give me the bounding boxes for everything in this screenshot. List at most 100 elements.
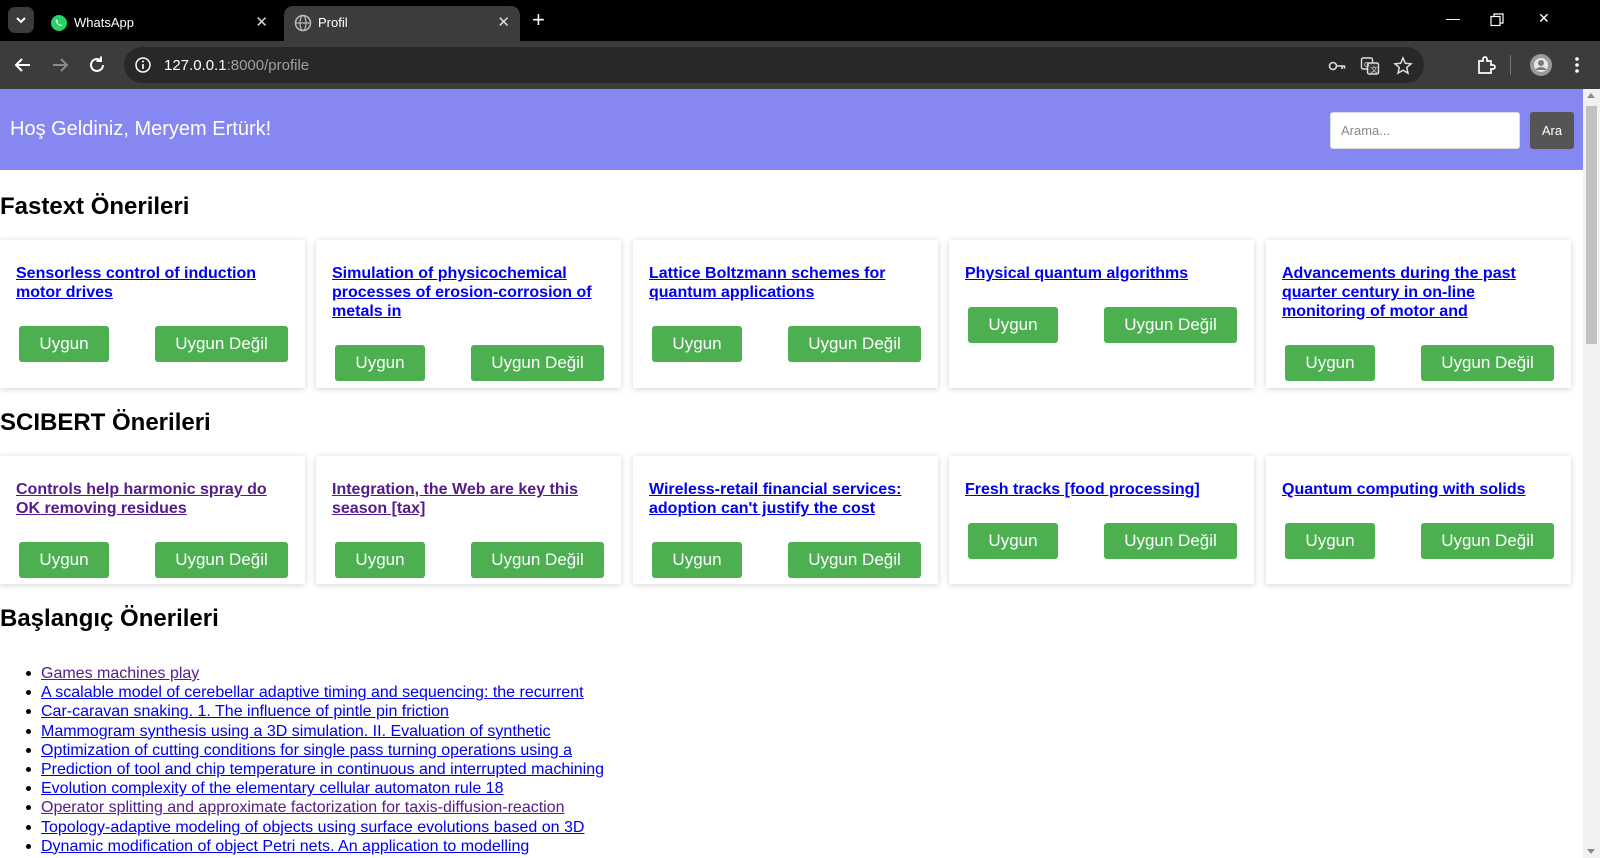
- forward-arrow-icon[interactable]: [49, 54, 71, 76]
- not-suitable-button[interactable]: Uygun Değil: [788, 326, 921, 362]
- scibert-card: Fresh tracks [food processing] Uygun Uyg…: [949, 456, 1254, 584]
- recommendation-link[interactable]: Integration, the Web are key this season…: [332, 480, 607, 518]
- tab-search-button[interactable]: [8, 7, 34, 33]
- globe-icon: [294, 14, 312, 32]
- search-button[interactable]: Ara: [1530, 112, 1574, 149]
- scroll-down-arrow-icon[interactable]: [1587, 849, 1595, 854]
- fastext-section-title: Fastext Önerileri: [0, 193, 190, 220]
- fastext-card: Physical quantum algorithms Uygun Uygun …: [949, 240, 1254, 388]
- recommendation-link[interactable]: Physical quantum algorithms: [965, 264, 1240, 283]
- close-tab-icon[interactable]: ✕: [497, 13, 510, 31]
- recommendation-link[interactable]: Wireless-retail financial services: adop…: [649, 480, 924, 518]
- password-key-icon[interactable]: [1327, 56, 1347, 76]
- recommendation-link[interactable]: Evolution complexity of the elementary c…: [41, 780, 503, 797]
- url-path: :8000/profile: [226, 57, 310, 74]
- minimize-icon[interactable]: —: [1446, 10, 1460, 26]
- browser-toolbar: 127.0.0.1:8000/profile G 文: [0, 41, 1600, 89]
- list-item: Optimization of cutting conditions for s…: [25, 741, 604, 760]
- recommendation-link[interactable]: Simulation of physicochemical processes …: [332, 264, 607, 321]
- scibert-card: Integration, the Web are key this season…: [316, 456, 621, 584]
- reload-icon[interactable]: [86, 54, 108, 76]
- tab-title: Profil: [318, 15, 348, 30]
- fastext-card: Lattice Boltzmann schemes for quantum ap…: [633, 240, 938, 388]
- more-menu-icon[interactable]: [1566, 54, 1588, 76]
- list-item: Car-caravan snaking. 1. The influence of…: [25, 702, 604, 721]
- suitable-button[interactable]: Uygun: [968, 307, 1058, 343]
- not-suitable-button[interactable]: Uygun Değil: [155, 542, 288, 578]
- page-viewport: Hoş Geldiniz, Meryem Ertürk! Ara Fastext…: [0, 89, 1583, 858]
- tab-whatsapp[interactable]: WhatsApp ✕: [40, 6, 278, 41]
- recommendation-link[interactable]: Dynamic modification of object Petri net…: [41, 838, 529, 855]
- page-header: Hoş Geldiniz, Meryem Ertürk! Ara: [0, 89, 1583, 170]
- page-scrollbar[interactable]: [1583, 89, 1600, 858]
- not-suitable-button[interactable]: Uygun Değil: [788, 542, 921, 578]
- not-suitable-button[interactable]: Uygun Değil: [1104, 523, 1237, 559]
- suitable-button[interactable]: Uygun: [19, 326, 109, 362]
- suitable-button[interactable]: Uygun: [335, 542, 425, 578]
- recommendation-link[interactable]: A scalable model of cerebellar adaptive …: [41, 684, 584, 701]
- recommendation-link[interactable]: Operator splitting and approximate facto…: [41, 799, 565, 816]
- recommendation-link[interactable]: Lattice Boltzmann schemes for quantum ap…: [649, 264, 924, 302]
- not-suitable-button[interactable]: Uygun Değil: [1104, 307, 1237, 343]
- bookmark-star-icon[interactable]: [1393, 56, 1413, 76]
- recommendation-link[interactable]: Controls help harmonic spray do OK remov…: [16, 480, 291, 518]
- recommendation-link[interactable]: Optimization of cutting conditions for s…: [41, 742, 572, 759]
- welcome-message: Hoş Geldiniz, Meryem Ertürk!: [10, 118, 272, 140]
- recommendation-link[interactable]: Car-caravan snaking. 1. The influence of…: [41, 703, 449, 720]
- address-bar[interactable]: 127.0.0.1:8000/profile G 文: [124, 47, 1424, 83]
- suitable-button[interactable]: Uygun: [652, 542, 742, 578]
- not-suitable-button[interactable]: Uygun Değil: [1421, 523, 1554, 559]
- recommendation-link[interactable]: Topology-adaptive modeling of objects us…: [41, 819, 584, 836]
- recommendation-link[interactable]: Advancements during the past quarter cen…: [1282, 264, 1557, 321]
- list-item: Dynamic modification of object Petri net…: [25, 837, 604, 856]
- search-input[interactable]: [1330, 112, 1520, 149]
- start-recommendations-list: Games machines play A scalable model of …: [25, 664, 604, 856]
- chevron-down-icon: [16, 17, 26, 24]
- list-item: Evolution complexity of the elementary c…: [25, 779, 604, 798]
- url-text: 127.0.0.1:8000/profile: [164, 57, 309, 74]
- profile-avatar-icon[interactable]: [1529, 53, 1553, 77]
- whatsapp-icon: [51, 15, 67, 31]
- recommendation-link[interactable]: Games machines play: [41, 665, 199, 682]
- fastext-card: Sensorless control of induction motor dr…: [0, 240, 305, 388]
- suitable-button[interactable]: Uygun: [19, 542, 109, 578]
- scibert-card: Wireless-retail financial services: adop…: [633, 456, 938, 584]
- tab-profil[interactable]: Profil ✕: [284, 6, 520, 41]
- back-arrow-icon[interactable]: [12, 54, 34, 76]
- scrollbar-thumb[interactable]: [1586, 106, 1597, 344]
- recommendation-link[interactable]: Quantum computing with solids: [1282, 480, 1557, 499]
- scroll-up-arrow-icon[interactable]: [1587, 93, 1595, 98]
- recommendation-link[interactable]: Prediction of tool and chip temperature …: [41, 761, 604, 778]
- not-suitable-button[interactable]: Uygun Değil: [1421, 345, 1554, 381]
- scibert-section-title: SCIBERT Önerileri: [0, 409, 211, 436]
- suitable-button[interactable]: Uygun: [968, 523, 1058, 559]
- toolbar-divider: [1510, 55, 1511, 75]
- fastext-card: Advancements during the past quarter cen…: [1266, 240, 1571, 388]
- suitable-button[interactable]: Uygun: [1285, 523, 1375, 559]
- not-suitable-button[interactable]: Uygun Değil: [471, 345, 604, 381]
- list-item: Operator splitting and approximate facto…: [25, 798, 604, 817]
- scibert-card: Quantum computing with solids Uygun Uygu…: [1266, 456, 1571, 584]
- recommendation-link[interactable]: Sensorless control of induction motor dr…: [16, 264, 291, 302]
- list-item: Prediction of tool and chip temperature …: [25, 760, 604, 779]
- list-item: Topology-adaptive modeling of objects us…: [25, 818, 604, 837]
- list-item: Games machines play: [25, 664, 604, 683]
- suitable-button[interactable]: Uygun: [335, 345, 425, 381]
- site-info-icon[interactable]: [134, 56, 152, 74]
- suitable-button[interactable]: Uygun: [652, 326, 742, 362]
- extensions-puzzle-icon[interactable]: [1475, 54, 1497, 76]
- restore-icon[interactable]: [1490, 13, 1504, 27]
- start-section-title: Başlangıç Önerileri: [0, 605, 219, 632]
- new-tab-icon[interactable]: +: [532, 8, 545, 32]
- list-item: Mammogram synthesis using a 3D simulatio…: [25, 722, 604, 741]
- recommendation-link[interactable]: Fresh tracks [food processing]: [965, 480, 1240, 499]
- not-suitable-button[interactable]: Uygun Değil: [155, 326, 288, 362]
- translate-icon[interactable]: G 文: [1360, 56, 1380, 76]
- scibert-card: Controls help harmonic spray do OK remov…: [0, 456, 305, 584]
- tab-title: WhatsApp: [74, 15, 134, 30]
- close-tab-icon[interactable]: ✕: [255, 13, 268, 31]
- suitable-button[interactable]: Uygun: [1285, 345, 1375, 381]
- not-suitable-button[interactable]: Uygun Değil: [471, 542, 604, 578]
- close-window-icon[interactable]: ✕: [1538, 10, 1550, 27]
- recommendation-link[interactable]: Mammogram synthesis using a 3D simulatio…: [41, 723, 551, 740]
